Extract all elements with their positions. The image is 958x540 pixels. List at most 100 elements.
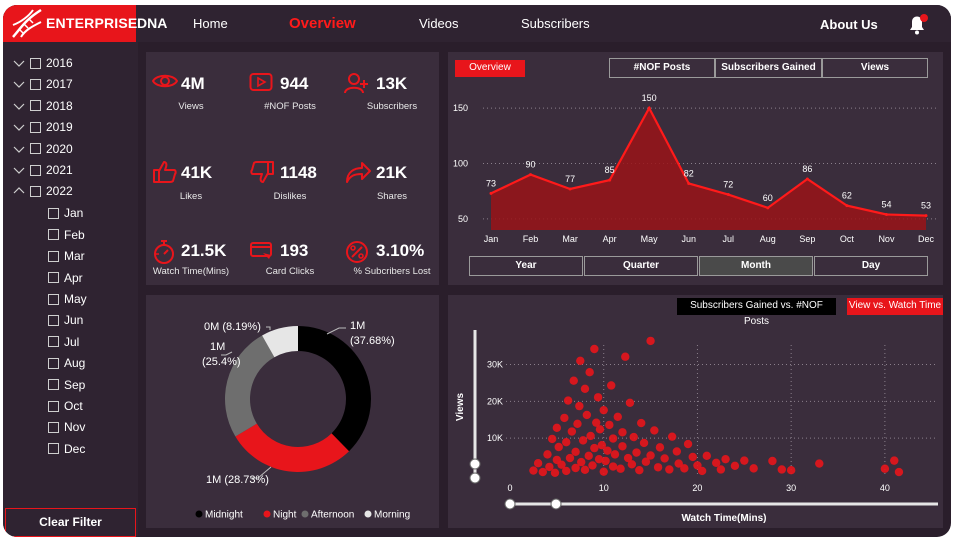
x-tick-label: Jan: [484, 234, 499, 244]
chevron-down-icon[interactable]: [13, 58, 25, 68]
checkbox[interactable]: [48, 250, 59, 262]
data-label: 90: [526, 160, 536, 170]
checkbox[interactable]: [48, 293, 59, 305]
checkbox[interactable]: [48, 400, 59, 412]
year-label: 2017: [46, 77, 73, 92]
nav-videos[interactable]: Videos: [419, 16, 459, 31]
chevron-down-icon[interactable]: [13, 79, 25, 89]
checkbox[interactable]: [30, 185, 41, 197]
kpi-panel: 4M Views 944 #NOF Posts 13K Subscribers 41K Lik…: [146, 52, 439, 285]
x-tick-label: Oct: [840, 234, 855, 244]
year-label: 2016: [46, 56, 73, 70]
data-label: 73: [486, 178, 496, 188]
year-filter-2017[interactable]: 2017: [13, 77, 73, 91]
period-quarter-button[interactable]: Quarter: [584, 256, 698, 276]
scatter-point: [608, 462, 618, 471]
x-tick-label: 0: [507, 483, 512, 493]
chevron-up-icon[interactable]: [13, 186, 25, 196]
checkbox[interactable]: [48, 357, 59, 369]
brand-logo[interactable]: ENTERPRISE: [3, 5, 137, 42]
month-filter-aug[interactable]: Aug: [48, 356, 85, 370]
y-slider-handle[interactable]: [469, 472, 481, 484]
year-filter-2020[interactable]: 2020: [13, 142, 73, 156]
month-filter-apr[interactable]: Apr: [48, 271, 83, 285]
period-year-button[interactable]: Year: [469, 256, 583, 276]
checkbox[interactable]: [30, 100, 41, 112]
monthly-area-chart-panel: Overview #NOF Posts Subscribers Gained V…: [448, 52, 943, 285]
checkbox[interactable]: [30, 57, 41, 69]
scatter-point: [593, 393, 603, 402]
legend-dot: [364, 510, 372, 518]
checkbox[interactable]: [48, 443, 59, 455]
notification-bell-icon[interactable]: [906, 14, 930, 36]
checkbox[interactable]: [48, 272, 59, 284]
y-tick-label: 30K: [487, 359, 503, 369]
month-filter-jul[interactable]: Jul: [48, 335, 79, 349]
scatter-point: [585, 368, 594, 377]
checkbox[interactable]: [48, 421, 59, 433]
year-filter-2022[interactable]: 2022: [13, 184, 73, 198]
scatter-point: [560, 413, 569, 423]
month-filter-oct[interactable]: Oct: [48, 399, 83, 413]
chevron-down-icon[interactable]: [13, 165, 25, 175]
checkbox[interactable]: [30, 78, 41, 90]
kpi-label: % Subcribers Lost: [353, 266, 431, 277]
checkbox[interactable]: [30, 121, 41, 133]
scatter-point: [582, 410, 592, 420]
year-filter-2019[interactable]: 2019: [13, 120, 73, 134]
year-filter-2016[interactable]: 2016: [13, 56, 73, 70]
year-label: 2019: [46, 120, 73, 135]
month-filter-may[interactable]: May: [48, 292, 87, 306]
data-point: [726, 193, 730, 197]
month-filter-feb[interactable]: Feb: [48, 228, 85, 242]
data-label: 86: [802, 164, 812, 174]
nav-about-us[interactable]: About Us: [820, 17, 878, 32]
scatter-point: [716, 465, 726, 474]
month-label: Dec: [64, 441, 86, 456]
nav-subscribers[interactable]: Subscribers: [521, 16, 590, 31]
year-filter-2021[interactable]: 2021: [13, 163, 73, 177]
x-tick-label: 20: [692, 483, 702, 493]
legend-label: Afternoon: [311, 510, 354, 521]
month-filter-dec[interactable]: Dec: [48, 442, 85, 456]
checkbox[interactable]: [48, 207, 59, 219]
checkbox[interactable]: [48, 314, 59, 326]
period-day-button[interactable]: Day: [814, 256, 928, 276]
checkbox[interactable]: [48, 336, 59, 348]
scatter-point: [605, 420, 614, 430]
checkbox[interactable]: [48, 379, 59, 391]
scatter-point: [577, 457, 586, 467]
x-tick-label: Jul: [723, 234, 735, 244]
checkbox[interactable]: [48, 229, 59, 241]
period-month-button[interactable]: Month: [699, 256, 813, 276]
x-tick-label: Feb: [523, 234, 539, 244]
checkbox[interactable]: [30, 143, 41, 155]
data-point: [529, 173, 533, 177]
chevron-down-icon[interactable]: [13, 101, 25, 111]
nav-home[interactable]: Home: [193, 16, 228, 31]
nav-overview[interactable]: Overview: [289, 15, 356, 32]
chevron-down-icon[interactable]: [13, 144, 25, 154]
month-filter-jun[interactable]: Jun: [48, 313, 83, 327]
month-filter-jan[interactable]: Jan: [48, 206, 83, 220]
data-label: 62: [842, 191, 852, 201]
month-filter-mar[interactable]: Mar: [48, 249, 85, 263]
data-label: 72: [723, 180, 733, 190]
chevron-down-icon[interactable]: [13, 122, 25, 132]
clear-filter-button[interactable]: Clear Filter: [5, 508, 136, 537]
share-icon: [344, 160, 372, 189]
x-slider-handle[interactable]: [550, 498, 562, 510]
checkbox[interactable]: [30, 164, 41, 176]
month-filter-nov[interactable]: Nov: [48, 420, 85, 434]
year-filter-2018[interactable]: 2018: [13, 99, 73, 113]
legend-dot: [195, 510, 203, 518]
x-tick-label: 10: [599, 483, 609, 493]
leader-line: [326, 327, 346, 335]
month-filter-sep[interactable]: Sep: [48, 378, 85, 392]
year-label: 2018: [46, 98, 73, 113]
scatter-point: [552, 423, 562, 433]
x-slider-handle[interactable]: [504, 498, 516, 510]
scatter-point: [730, 461, 740, 470]
y-slider-handle[interactable]: [469, 458, 481, 470]
y-tick-label: 150: [453, 103, 468, 113]
